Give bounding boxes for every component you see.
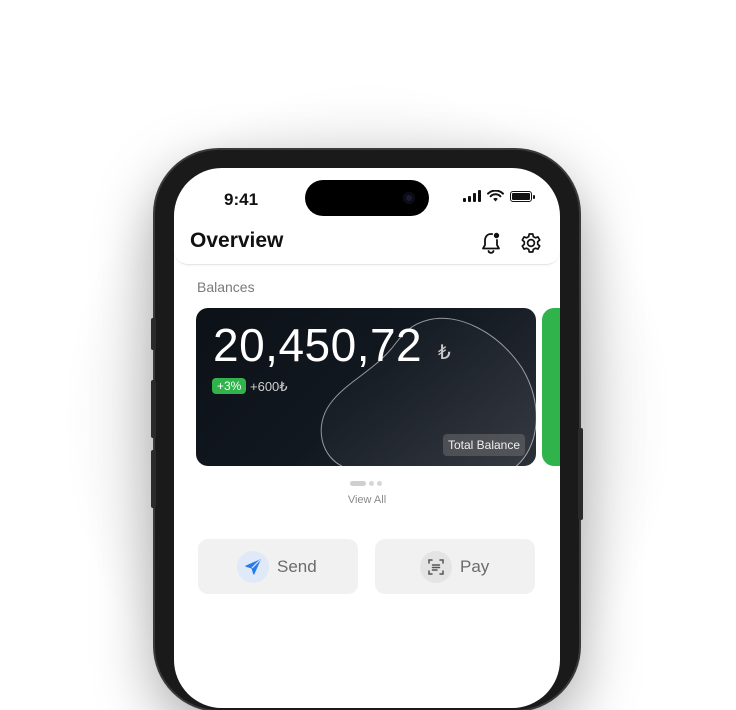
- send-icon: [237, 551, 269, 583]
- status-time: 9:41: [224, 190, 259, 209]
- page-title: Overview: [190, 229, 284, 252]
- status-icons: [463, 190, 535, 202]
- currency-symbol: ₺: [438, 342, 451, 364]
- view-all-link[interactable]: View All: [174, 494, 560, 506]
- total-balance-tag: Total Balance: [442, 434, 525, 456]
- change-amount: +600₺: [250, 379, 288, 394]
- phone-volume-up: [151, 380, 156, 438]
- status-bar: 9:41: [174, 168, 560, 228]
- dynamic-island: [305, 180, 429, 216]
- battery-icon: [510, 190, 535, 202]
- send-button-label: Send: [277, 557, 317, 576]
- cellular-signal-icon: [463, 190, 481, 202]
- notification-bell-icon[interactable]: [478, 230, 504, 256]
- balance-amount: 20,450,72: [213, 319, 423, 371]
- phone-volume-down: [151, 450, 156, 508]
- pay-button[interactable]: Pay: [375, 539, 535, 594]
- app-screen: 9:41 Overview Balances 20,450,72 ₺ +3% +…: [174, 168, 560, 708]
- balances-section-label: Balances: [197, 279, 255, 295]
- phone-power-button: [578, 428, 583, 520]
- wifi-icon: [487, 190, 504, 202]
- pay-button-label: Pay: [460, 557, 490, 576]
- app-header: Overview: [174, 224, 560, 265]
- send-button[interactable]: Send: [198, 539, 358, 594]
- next-balance-card-peek[interactable]: [542, 308, 560, 466]
- total-balance-card[interactable]: 20,450,72 ₺ +3% +600₺ Total Balance: [196, 308, 536, 466]
- settings-gear-icon[interactable]: [518, 230, 544, 256]
- phone-silent-switch: [151, 318, 156, 350]
- change-percent-badge: +3%: [212, 378, 247, 394]
- front-camera-icon: [403, 192, 415, 204]
- scan-icon: [420, 551, 452, 583]
- carousel-pagination[interactable]: [350, 481, 382, 486]
